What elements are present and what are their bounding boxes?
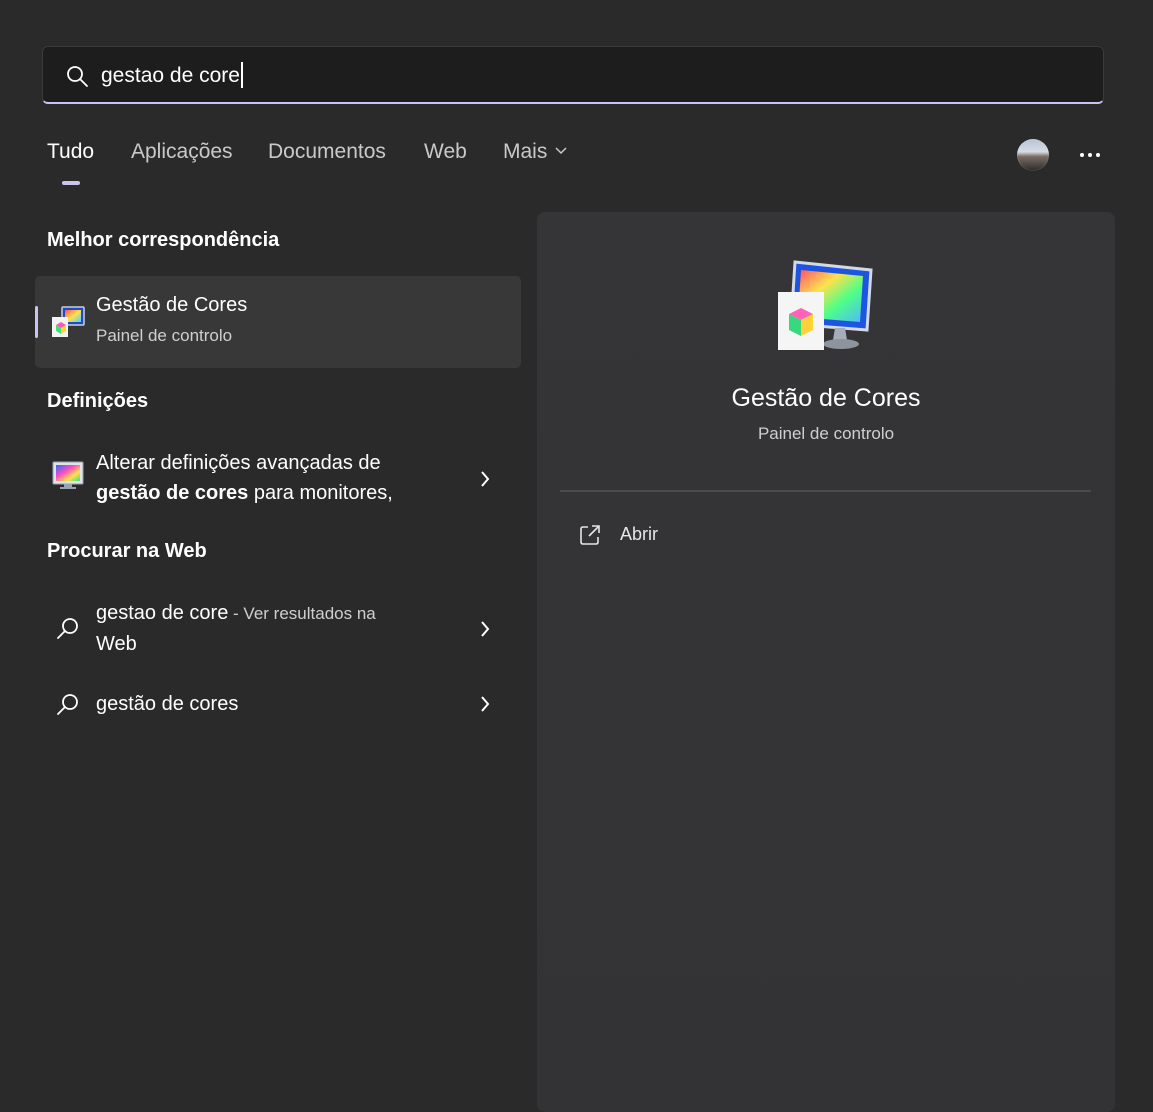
web-result-2[interactable]: gestão de cores (35, 686, 521, 722)
active-tab-indicator (62, 181, 80, 185)
web-result-line1: gestao de core - Ver resultados na (96, 598, 376, 629)
tab-label: Mais (503, 140, 548, 163)
web-search-icon (57, 618, 78, 639)
tab-label: Aplicações (131, 140, 233, 163)
tab-label: Documentos (268, 140, 386, 163)
avatar[interactable] (1017, 139, 1049, 171)
tab-label: Web (424, 140, 467, 163)
result-subtitle: Painel de controlo (96, 326, 233, 345)
result-title: Gestão de Cores (96, 294, 248, 316)
search-input-value: gestao de core (101, 64, 240, 87)
tab-web[interactable]: Web (424, 140, 467, 164)
chevron-down-icon (555, 147, 567, 155)
detail-pane: Gestão de Cores Painel de controlo Abrir (537, 212, 1115, 1112)
section-heading-best-match: Melhor correspondência (47, 229, 280, 251)
web-result-1[interactable]: gestao de core - Ver resultados na Web (35, 598, 521, 662)
web-query: gestão de cores (96, 693, 239, 715)
web-result-line2: Web (96, 633, 137, 655)
settings-result-bold: gestão de cores (96, 482, 249, 504)
settings-result-line2: gestão de cores para monitores, (96, 478, 393, 508)
tab-apps[interactable]: Aplicações (131, 140, 233, 164)
web-query: gestao de core (96, 602, 229, 624)
web-search-icon (57, 694, 78, 715)
text-caret (240, 62, 243, 88)
detail-title: Gestão de Cores (731, 384, 921, 412)
chevron-right-icon (481, 621, 490, 637)
search-input[interactable]: gestao de core (101, 61, 1061, 91)
search-icon (67, 66, 88, 87)
color-management-icon (52, 306, 85, 337)
tab-all[interactable]: Tudo (47, 140, 95, 185)
section-heading-web: Procurar na Web (47, 540, 207, 562)
more-options-icon[interactable] (1076, 141, 1104, 169)
color-management-large-icon (778, 260, 873, 350)
divider (560, 490, 1091, 492)
tab-label: Tudo (47, 140, 95, 163)
settings-result[interactable]: Alterar definições avançadas de gestão d… (35, 448, 521, 512)
settings-result-rest: para monitores, (248, 482, 393, 504)
search-box[interactable]: gestao de core (42, 46, 1104, 104)
open-external-icon (580, 525, 600, 545)
monitor-color-icon (52, 461, 84, 489)
best-match-result[interactable]: Gestão de Cores Painel de controlo (35, 276, 521, 368)
detail-subtitle: Painel de controlo (757, 424, 895, 443)
chevron-right-icon (481, 471, 490, 487)
open-button[interactable]: Abrir (577, 522, 777, 552)
selection-indicator (35, 306, 38, 338)
settings-result-line1: Alterar definições avançadas de (96, 452, 381, 474)
chevron-right-icon (481, 696, 490, 712)
open-label: Abrir (620, 524, 659, 544)
section-heading-settings: Definições (47, 390, 149, 412)
web-hint: - Ver resultados na (228, 604, 376, 623)
tab-documents[interactable]: Documentos (268, 140, 386, 164)
tab-more[interactable]: Mais (503, 140, 567, 164)
